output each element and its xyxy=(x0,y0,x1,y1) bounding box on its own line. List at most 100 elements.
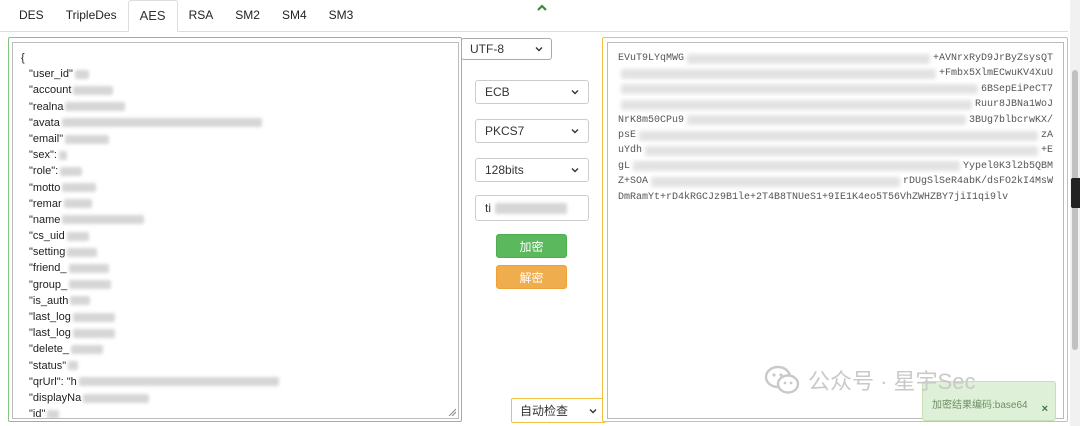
ciphertext-start: DmRamYt+rD4kRGCJz9B1le+2T4B8TNUeS1+9IE1K… xyxy=(618,191,1009,203)
json-key: "remar xyxy=(29,197,62,210)
redacted-value xyxy=(83,393,150,403)
ciphertext-end: rDUgSlSeR4abK/dsFO2kI4MsW xyxy=(902,176,1053,188)
ciphertext-line: 6BSepEiPeCT7 xyxy=(618,82,1053,97)
json-key: "friend_ xyxy=(29,262,67,275)
input-panel: { "user_id" "account "realna "avata "email" "… xyxy=(8,37,462,422)
mode-select[interactable]: ECB xyxy=(475,80,589,104)
json-line: "email" xyxy=(21,131,450,147)
watermark-text: 公众号 · 星宇Sec xyxy=(808,369,976,394)
chevron-up-icon[interactable] xyxy=(536,2,548,14)
encoding-value: UTF-8 xyxy=(470,42,504,56)
ciphertext-end: +E xyxy=(1040,145,1053,157)
redacted-value xyxy=(61,118,262,128)
encrypt-button[interactable]: 加密 xyxy=(496,234,567,258)
ciphertext-textarea[interactable]: EVuT9LYqMWG +AVNrxRyD9JrByZsysQT +Fmbx5Xlm… xyxy=(607,42,1064,419)
redacted-value xyxy=(65,134,110,144)
json-key: "realna xyxy=(29,100,64,113)
json-key: "qrUrl": "h xyxy=(29,375,77,388)
json-line: "id" xyxy=(21,406,450,418)
json-line: "last_log xyxy=(21,325,450,341)
json-line: "cs_uid xyxy=(21,228,450,244)
ciphertext-end: 6BSepEiPeCT7 xyxy=(980,83,1053,95)
tab-des[interactable]: DES xyxy=(0,0,55,32)
redacted-value xyxy=(78,377,279,387)
key-input[interactable]: ti xyxy=(475,195,589,221)
ciphertext-start: gL xyxy=(618,160,631,172)
json-key: "role": xyxy=(29,165,59,178)
json-line: "setting xyxy=(21,244,450,260)
ciphertext-line: Z+SOA rDUgSlSeR4abK/dsFO2kI4MsW xyxy=(618,174,1053,189)
ciphertext-end: Ruur8JBNa1WoJ xyxy=(974,99,1053,111)
tab-rsa[interactable]: RSA xyxy=(178,0,225,32)
tab-sm3[interactable]: SM3 xyxy=(318,0,365,32)
json-lines: "user_id" "account "realna "avata "email" "se… xyxy=(21,66,450,418)
ciphertext-end: Yypel0K3l2b5QBM xyxy=(962,160,1053,172)
tab-sm4[interactable]: SM4 xyxy=(271,0,318,32)
json-key: "account xyxy=(29,84,72,97)
redacted-value xyxy=(72,328,115,338)
json-line: "role": xyxy=(21,163,450,179)
chevron-down-icon xyxy=(589,408,597,413)
ciphertext-start: EVuT9LYqMWG xyxy=(618,53,685,64)
json-key: "email" xyxy=(29,132,64,145)
redacted-ciphertext xyxy=(687,53,930,64)
plaintext-textarea[interactable]: { "user_id" "account "realna "avata "email" "… xyxy=(12,42,459,419)
json-key: "user_id" xyxy=(29,68,73,81)
decrypt-button[interactable]: 解密 xyxy=(496,265,567,289)
chevron-down-icon xyxy=(571,168,579,173)
output-format-value: 自动检查 xyxy=(520,404,569,418)
wechat-icon xyxy=(764,365,800,394)
close-icon[interactable]: × xyxy=(1042,403,1048,415)
tab-sm2[interactable]: SM2 xyxy=(224,0,271,32)
ciphertext-start: NrK8m50CPu9 xyxy=(618,114,685,126)
key-size-select[interactable]: 128bits xyxy=(475,158,589,182)
json-key: "cs_uid xyxy=(29,230,65,243)
json-key: "last_log xyxy=(29,311,71,323)
ciphertext-line: uYdh +E xyxy=(618,143,1053,158)
scrollbar-thumb[interactable] xyxy=(1072,70,1078,350)
redacted-ciphertext xyxy=(621,69,936,80)
redacted-ciphertext xyxy=(651,176,900,187)
ciphertext-line: gL Yypel0K3l2b5QBM xyxy=(618,159,1053,174)
output-format-select[interactable]: 自动检查 xyxy=(511,398,606,423)
tab-aes[interactable]: AES xyxy=(127,0,178,32)
redacted-ciphertext xyxy=(621,99,972,110)
ciphertext-line: psE zA xyxy=(618,128,1053,143)
redacted-value xyxy=(62,183,97,193)
json-line: "motto xyxy=(21,180,450,196)
side-handle[interactable] xyxy=(1071,178,1080,208)
ciphertext-end: +AVNrxRyD9JrByZsysQT xyxy=(932,53,1053,64)
json-line: "status" xyxy=(21,358,450,374)
ciphertext-end: 3BUg7blbcrwKX/ xyxy=(968,114,1053,126)
mode-value: ECB xyxy=(485,85,510,99)
padding-select[interactable]: PKCS7 xyxy=(475,119,589,143)
json-key: "avata xyxy=(29,116,60,129)
ciphertext-lines: EVuT9LYqMWG +AVNrxRyD9JrByZsysQT +Fmbx5Xlm… xyxy=(618,51,1053,205)
redacted-value xyxy=(68,264,109,274)
page-scrollbar[interactable] xyxy=(1070,0,1080,426)
redacted-value xyxy=(65,102,126,112)
json-key: "setting xyxy=(29,246,66,259)
ciphertext-line: Ruur8JBNa1WoJ xyxy=(618,97,1053,112)
redacted-value xyxy=(60,166,83,176)
json-line: "displayNa xyxy=(21,390,450,406)
redacted-value xyxy=(58,150,67,160)
tab-tripledes[interactable]: TripleDes xyxy=(55,0,128,32)
redacted-ciphertext xyxy=(639,130,1038,141)
redacted-value xyxy=(47,409,60,418)
key-input-value: ti xyxy=(485,201,491,215)
json-line: "user_id" xyxy=(21,66,450,82)
json-line: "account xyxy=(21,82,450,98)
resize-handle-icon[interactable] xyxy=(448,408,456,416)
encoding-select[interactable]: UTF-8 xyxy=(461,38,552,60)
json-line: "sex": xyxy=(21,147,450,163)
padding-value: PKCS7 xyxy=(485,124,525,138)
redacted-value xyxy=(74,69,89,79)
redacted-value xyxy=(71,344,103,354)
redacted-value xyxy=(68,361,79,371)
key-size-value: 128bits xyxy=(485,163,524,177)
ciphertext-start: psE xyxy=(618,129,637,141)
redacted-value xyxy=(63,199,92,209)
json-line: "name xyxy=(21,212,450,228)
redacted-value xyxy=(70,296,91,306)
